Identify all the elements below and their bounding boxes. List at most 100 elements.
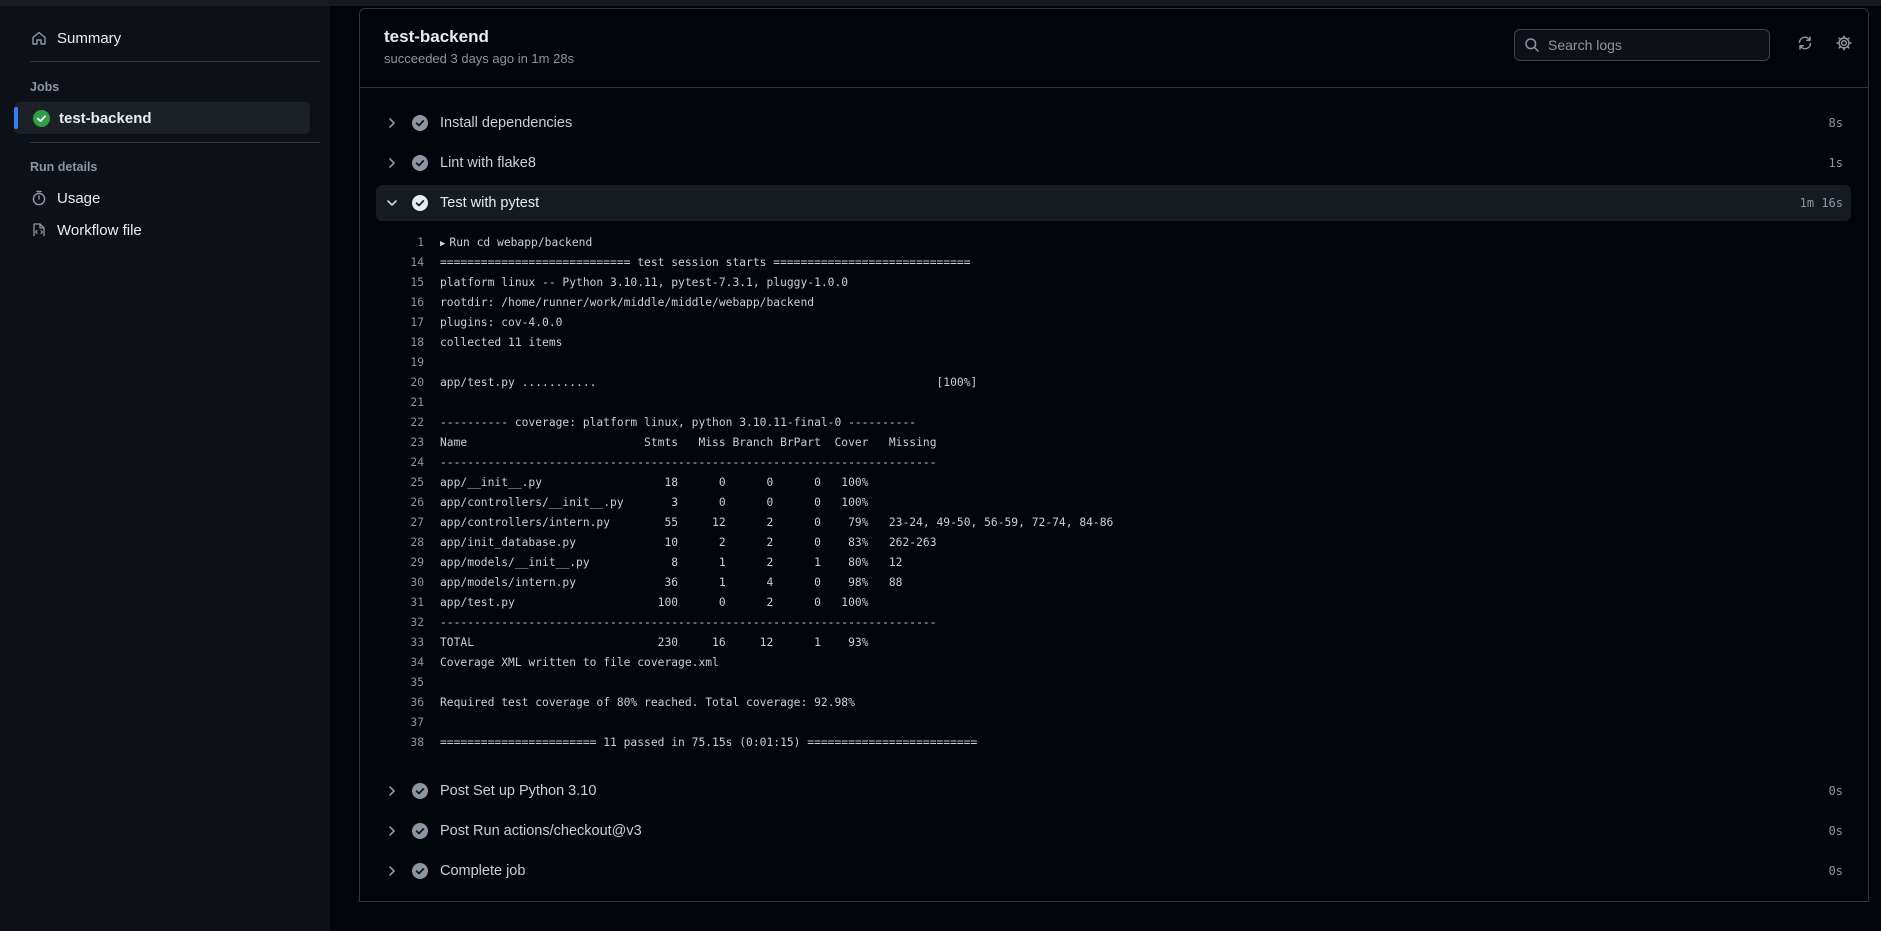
run-details-heading: Run details xyxy=(30,160,98,174)
step-duration: 8s xyxy=(1828,116,1843,130)
chevron-right-icon xyxy=(384,863,400,879)
search-logs-field[interactable] xyxy=(1514,29,1770,61)
sidebar-item-label: Summary xyxy=(57,29,122,47)
log-line[interactable]: 1 ▶ Run cd webapp/backend xyxy=(376,232,1851,252)
check-circle-icon xyxy=(412,155,428,171)
job-status-text: succeeded 3 days ago in 1m 28s xyxy=(384,51,575,66)
line-number: 33 xyxy=(410,635,424,649)
log-text: app/controllers/intern.py 55 12 2 0 79% … xyxy=(440,515,1114,529)
line-number: 16 xyxy=(410,295,424,309)
log-line: 37 xyxy=(376,712,1851,732)
log-line: 33 TOTAL 230 16 12 1 93% xyxy=(376,632,1851,652)
step-install-dependencies[interactable]: Install dependencies 8s xyxy=(376,105,1851,141)
log-text: platform linux -- Python 3.10.11, pytest… xyxy=(440,275,849,289)
step-label: Post Run actions/checkout@v3 xyxy=(440,823,642,839)
search-input[interactable] xyxy=(1548,37,1748,53)
line-number: 17 xyxy=(410,315,424,329)
log-line: 21 xyxy=(376,392,1851,412)
log-text: ======================= 11 passed in 75.… xyxy=(440,735,978,749)
step-post-set-up-python[interactable]: Post Set up Python 3.10 0s xyxy=(376,773,1851,809)
line-number: 31 xyxy=(410,595,424,609)
line-number: 26 xyxy=(410,495,424,509)
line-number: 1 xyxy=(417,235,424,249)
log-output: 1 ▶ Run cd webapp/backend 14 ==============… xyxy=(376,232,1851,752)
line-number: 14 xyxy=(410,255,424,269)
log-line: 19 xyxy=(376,352,1851,372)
step-duration: 0s xyxy=(1828,784,1843,798)
file-code-icon xyxy=(30,221,48,239)
home-icon xyxy=(30,29,48,47)
sidebar: Summary Jobs test-backend Run details Us… xyxy=(0,6,330,931)
sidebar-item-label: Workflow file xyxy=(57,221,142,239)
check-circle-icon xyxy=(412,783,428,799)
log-text: TOTAL 230 16 12 1 93% xyxy=(440,635,869,649)
log-text: plugins: cov-4.0.0 xyxy=(440,315,563,329)
step-test-with-pytest[interactable]: Test with pytest 1m 16s xyxy=(376,185,1851,221)
check-circle-icon xyxy=(412,823,428,839)
log-line: 35 xyxy=(376,672,1851,692)
log-line: 36 Required test coverage of 80% reached.… xyxy=(376,692,1851,712)
search-icon xyxy=(1524,37,1540,53)
line-number: 34 xyxy=(410,655,424,669)
line-number: 18 xyxy=(410,335,424,349)
job-header: test-backend succeeded 3 days ago in 1m … xyxy=(360,9,1868,88)
line-number: 28 xyxy=(410,535,424,549)
log-text: app/models/intern.py 36 1 4 0 98% 88 xyxy=(440,575,903,589)
log-line: 18 collected 11 items xyxy=(376,332,1851,352)
chevron-right-icon xyxy=(384,783,400,799)
log-text: ----------------------------------------… xyxy=(440,615,937,629)
step-label: Install dependencies xyxy=(440,115,573,131)
step-complete-job[interactable]: Complete job 0s xyxy=(376,853,1851,889)
jobs-heading: Jobs xyxy=(30,80,60,94)
sidebar-item-summary[interactable]: Summary xyxy=(14,22,310,54)
log-line: 16 rootdir: /home/runner/work/middle/midd… xyxy=(376,292,1851,312)
stopwatch-icon xyxy=(30,189,48,207)
log-line: 22 ---------- coverage: platform linux, p… xyxy=(376,412,1851,432)
log-line: 14 ============================ test sess… xyxy=(376,252,1851,272)
check-circle-icon xyxy=(412,195,428,211)
step-duration: 0s xyxy=(1828,864,1843,878)
chevron-right-icon xyxy=(384,115,400,131)
log-text: ============================ test sessio… xyxy=(440,255,971,269)
log-text: app/models/__init__.py 8 1 2 1 80% 12 xyxy=(440,555,903,569)
chevron-right-icon xyxy=(384,823,400,839)
step-label: Test with pytest xyxy=(440,195,540,211)
log-line: 31 app/test.py 100 0 2 0 100% xyxy=(376,592,1851,612)
line-number: 20 xyxy=(410,375,424,389)
log-line: 30 app/models/intern.py 36 1 4 0 98% 88 xyxy=(376,572,1851,592)
settings-button[interactable] xyxy=(1834,34,1854,56)
sidebar-item-usage[interactable]: Usage xyxy=(14,182,310,214)
log-line: 26 app/controllers/__init__.py 3 0 0 0 10… xyxy=(376,492,1851,512)
step-post-run-checkout[interactable]: Post Run actions/checkout@v3 0s xyxy=(376,813,1851,849)
log-line: 15 platform linux -- Python 3.10.11, pyte… xyxy=(376,272,1851,292)
log-line: 28 app/init_database.py 10 2 2 0 83% 262-… xyxy=(376,532,1851,552)
log-text: ----------------------------------------… xyxy=(440,455,937,469)
sidebar-item-job[interactable]: test-backend xyxy=(14,102,310,134)
step-lint-with-flake8[interactable]: Lint with flake8 1s xyxy=(376,145,1851,181)
log-line: 24 --------------------------------------… xyxy=(376,452,1851,472)
line-number: 29 xyxy=(410,555,424,569)
step-label: Post Set up Python 3.10 xyxy=(440,783,597,799)
line-number: 25 xyxy=(410,475,424,489)
line-number: 27 xyxy=(410,515,424,529)
check-circle-icon xyxy=(412,863,428,879)
line-number: 37 xyxy=(410,715,424,729)
step-label: Lint with flake8 xyxy=(440,155,536,171)
gear-icon xyxy=(1836,34,1852,56)
sync-icon xyxy=(1797,35,1813,56)
line-number: 22 xyxy=(410,415,424,429)
log-line: 29 app/models/__init__.py 8 1 2 1 80% 12 xyxy=(376,552,1851,572)
line-number: 24 xyxy=(410,455,424,469)
line-number: 19 xyxy=(410,355,424,369)
log-text: rootdir: /home/runner/work/middle/middle… xyxy=(440,295,815,309)
step-duration: 1s xyxy=(1828,156,1843,170)
step-label: Complete job xyxy=(440,863,526,879)
line-number: 21 xyxy=(410,395,424,409)
log-line: 34 Coverage XML written to file coverage.… xyxy=(376,652,1851,672)
sidebar-item-workflow-file[interactable]: Workflow file xyxy=(14,214,310,246)
refresh-button[interactable] xyxy=(1795,35,1815,55)
line-number: 35 xyxy=(410,675,424,689)
check-circle-icon xyxy=(412,115,428,131)
log-text: Required test coverage of 80% reached. T… xyxy=(440,695,855,709)
line-number: 30 xyxy=(410,575,424,589)
